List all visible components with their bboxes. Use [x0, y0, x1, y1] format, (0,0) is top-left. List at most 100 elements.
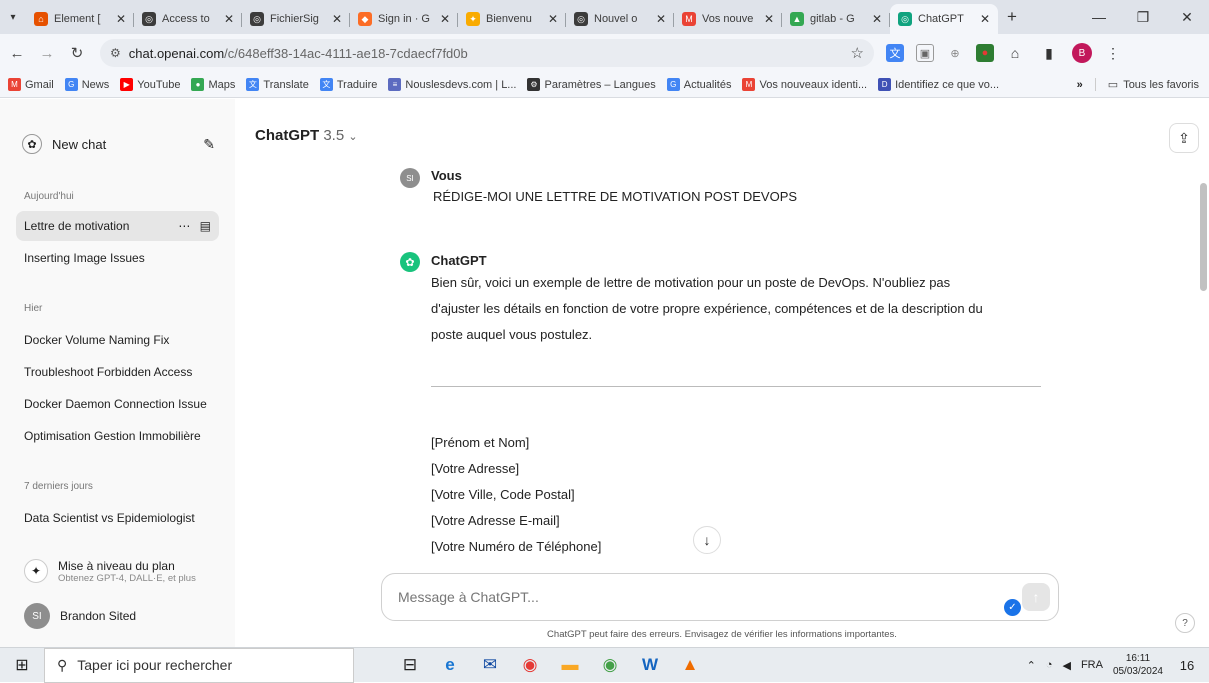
bookmark-label: Nouslesdevs.com | L... — [405, 78, 517, 91]
profile-avatar[interactable]: B — [1072, 43, 1092, 63]
share-icon[interactable]: ⇪ — [1169, 123, 1199, 153]
system-tray: ⌃ ◔ ◀ FRA 16:11 05/03/2024 16 — [1027, 652, 1209, 678]
conversation-item[interactable]: Docker Volume Naming Fix — [16, 325, 219, 355]
globe-extension-icon[interactable]: ⊕ — [946, 44, 964, 62]
forward-arrow-icon[interactable]: → — [34, 40, 60, 66]
mail-icon[interactable]: ✉ — [470, 648, 510, 683]
back-arrow-icon[interactable]: ← — [4, 40, 30, 66]
close-tab-icon[interactable]: ✕ — [980, 12, 990, 26]
user-menu-button[interactable]: SI Brandon Sited — [16, 599, 219, 633]
more-bookmarks-button[interactable]: » — [1077, 79, 1083, 91]
conversation-item[interactable]: Troubleshoot Forbidden Access — [16, 357, 219, 387]
close-tab-icon[interactable]: ✕ — [872, 12, 882, 26]
extensions-puzzle-icon[interactable]: ⌂ — [1006, 44, 1024, 62]
model-selector[interactable]: ChatGPT 3.5 ⌄ — [255, 127, 358, 144]
tab-title: Sign in · G — [378, 13, 430, 25]
browser-tab[interactable]: ✦ Bienvenu ✕ — [458, 4, 566, 34]
volume-icon[interactable]: ◀ — [1062, 659, 1070, 672]
browser-tab[interactable]: M Vos nouve ✕ — [674, 4, 782, 34]
archive-icon[interactable]: ▤ — [200, 219, 211, 233]
conversation-item[interactable]: Inserting Image Issues — [16, 243, 219, 273]
conversation-item[interactable]: Optimisation Gestion Immobilière — [16, 421, 219, 451]
upgrade-plan-button[interactable]: ✦ Mise à niveau du plan Obtenez GPT-4, D… — [16, 551, 219, 591]
bookmark-item[interactable]: M Gmail — [8, 78, 54, 91]
close-window-button[interactable]: ✕ — [1165, 0, 1209, 34]
restore-button[interactable]: ❐ — [1121, 0, 1165, 34]
bookmark-favicon-icon: 文 — [319, 78, 333, 91]
address-bar[interactable]: ⚙ chat.openai.com/c/648eff38-14ac-4111-a… — [100, 39, 874, 67]
bookmark-favicon-icon: ⚙ — [527, 78, 541, 91]
conversation-item-active[interactable]: Lettre de motivation ⋯ ▤ — [16, 211, 219, 241]
task-view-icon[interactable]: ⊟ — [390, 648, 430, 683]
message-author-assistant: ChatGPT — [431, 253, 487, 268]
close-tab-icon[interactable]: ✕ — [440, 12, 450, 26]
conversation-item[interactable]: Docker Daemon Connection Issue — [16, 389, 219, 419]
browser-menu-icon[interactable]: ⋮ — [1104, 44, 1122, 62]
bookmark-item[interactable]: ▶ YouTube — [120, 78, 180, 91]
browser-tab[interactable]: ◆ Sign in · G ✕ — [350, 4, 458, 34]
tab-favicon-icon: ◆ — [358, 12, 372, 26]
bookmark-item[interactable]: G Actualités — [666, 78, 731, 91]
help-button[interactable]: ? — [1175, 613, 1195, 633]
compose-edit-icon[interactable]: ✎ — [203, 136, 215, 153]
bookmark-item[interactable]: ⚙ Paramètres – Langues — [527, 78, 656, 91]
letter-header: [Prénom et Nom] [Votre Adresse] [Votre V… — [431, 430, 601, 560]
language-indicator[interactable]: FRA — [1081, 659, 1103, 671]
side-panel-icon[interactable]: ▮ — [1040, 44, 1058, 62]
clock[interactable]: 16:11 05/03/2024 — [1113, 652, 1163, 678]
chrome-profile-icon[interactable]: ◉ — [590, 648, 630, 683]
scrollbar-thumb[interactable] — [1200, 183, 1207, 291]
send-button[interactable]: ↑ — [1022, 583, 1050, 611]
close-tab-icon[interactable]: ✕ — [656, 12, 666, 26]
screenshot-extension-icon[interactable]: ▣ — [916, 44, 934, 62]
taskbar-search-input[interactable]: ⚲ Taper ici pour rechercher — [44, 647, 354, 683]
browser-tab[interactable]: ◎ Access to ✕ — [134, 4, 242, 34]
browser-tab[interactable]: ⌂ Element [✕ — [26, 4, 134, 34]
bookmark-item[interactable]: 文 Translate — [246, 78, 309, 91]
bookmark-favicon-icon: ≡ — [388, 78, 402, 91]
browser-tab-active[interactable]: ◎ ChatGPT ✕ — [890, 4, 998, 34]
close-tab-icon[interactable]: ✕ — [116, 12, 126, 26]
translate-extension-icon[interactable]: 文 — [886, 44, 904, 62]
message-input[interactable]: Message à ChatGPT... ✓ ↑ — [381, 573, 1059, 621]
new-chat-button[interactable]: ✿ New chat ✎ — [10, 129, 225, 159]
site-settings-icon[interactable]: ⚙ — [110, 46, 121, 60]
chevron-up-icon[interactable]: ⌃ — [1027, 659, 1036, 672]
wifi-icon[interactable]: ◔ — [1046, 659, 1053, 671]
more-options-icon[interactable]: ⋯ — [178, 219, 190, 233]
bookmark-item[interactable]: G News — [64, 78, 109, 91]
scroll-down-arrow-icon[interactable]: ↓ — [693, 526, 721, 554]
chrome-icon[interactable]: ◉ — [510, 648, 550, 683]
close-tab-icon[interactable]: ✕ — [332, 12, 342, 26]
browser-tab[interactable]: ▲ gitlab - G ✕ — [782, 4, 890, 34]
browser-tab[interactable]: ◎ Nouvel o ✕ — [566, 4, 674, 34]
close-tab-icon[interactable]: ✕ — [764, 12, 774, 26]
bookmark-item[interactable]: 文 Traduire — [319, 78, 377, 91]
tab-search-chevron-icon[interactable]: ▾ — [0, 0, 26, 34]
bookmark-item[interactable]: D Identifiez ce que vo... — [878, 78, 999, 91]
bookmark-item[interactable]: ≡ Nouslesdevs.com | L... — [388, 78, 516, 91]
close-tab-icon[interactable]: ✕ — [224, 12, 234, 26]
browser-tab[interactable]: ◎ FichierSig ✕ — [242, 4, 350, 34]
bookmark-item[interactable]: M Vos nouveaux identi... — [742, 78, 867, 91]
bookmark-star-icon[interactable]: ☆ — [851, 44, 864, 62]
letter-line: [Votre Adresse E-mail] — [431, 513, 560, 528]
new-tab-button[interactable]: + — [998, 0, 1026, 34]
all-bookmarks-button[interactable]: ▭ Tous les favoris — [1094, 78, 1199, 91]
bookmark-item[interactable]: ● Maps — [191, 78, 235, 91]
record-extension-icon[interactable]: ● — [976, 44, 994, 62]
minimize-button[interactable]: — — [1077, 0, 1121, 34]
tab-favicon-icon: ▲ — [790, 12, 804, 26]
file-explorer-icon[interactable]: ▬ — [550, 648, 590, 683]
close-tab-icon[interactable]: ✕ — [548, 12, 558, 26]
taskbar-search-placeholder: Taper ici pour rechercher — [77, 657, 233, 673]
word-icon[interactable]: W — [630, 648, 670, 683]
vlc-icon[interactable]: ▲ — [670, 648, 710, 683]
edge-browser-icon[interactable]: e — [430, 648, 470, 683]
tab-title: Vos nouve — [702, 13, 754, 25]
notification-center-icon[interactable]: 16 — [1175, 653, 1199, 677]
reload-icon[interactable]: ↻ — [64, 40, 90, 66]
conversation-item[interactable]: Data Scientist vs Epidemiologist — [16, 503, 219, 533]
grammar-check-icon[interactable]: ✓ — [1004, 599, 1021, 616]
windows-start-icon[interactable]: ⊞ — [0, 648, 44, 683]
